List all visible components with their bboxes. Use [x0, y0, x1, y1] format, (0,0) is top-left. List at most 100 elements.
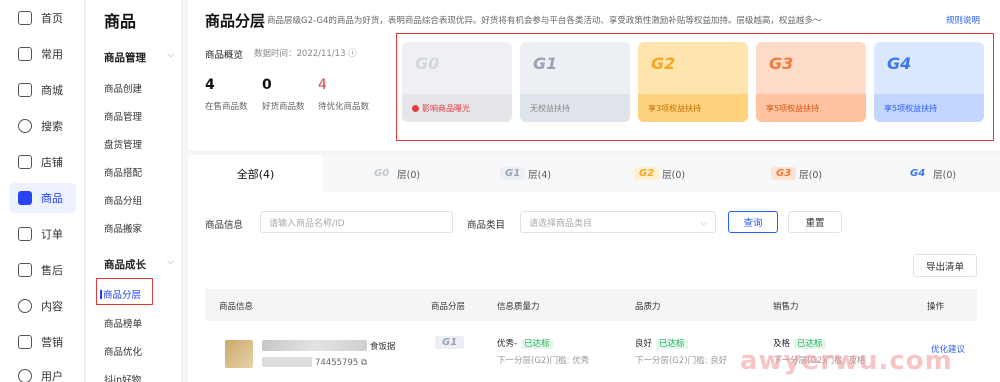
tier-tabs: 全部(4) G0 层(0) G1 层(4) G2 层(0) G3 层(0) G4 层(0): [188, 155, 1000, 192]
stat-on-sale-count: 4: [205, 77, 215, 93]
home-icon: [18, 11, 32, 25]
product-id-text: 74455795: [315, 358, 359, 368]
stat-to-optimize-label: 待优化商品数: [318, 102, 370, 112]
tab-tier-badge: G1: [500, 167, 526, 180]
sub-group-label: 商品成长: [104, 259, 146, 271]
tab-g2[interactable]: G2 层(0): [634, 155, 685, 192]
product-search-input[interactable]: 请输入商品名称/ID: [260, 211, 453, 233]
sub-item-match[interactable]: 商品搭配: [104, 165, 142, 179]
nav-label: 首页: [41, 12, 63, 25]
reset-button[interactable]: 重置: [788, 211, 842, 233]
tab-tier-badge: G3: [771, 167, 797, 180]
nav-label: 常用: [41, 48, 63, 61]
nav-item-home[interactable]: 首页: [10, 3, 76, 33]
info-quality-next: 下一分层(G2)门槛: 优秀: [497, 356, 590, 366]
tab-label: 层(0): [662, 169, 686, 181]
nav-label: 订单: [41, 228, 63, 241]
tab-label: 层(4): [528, 169, 552, 181]
nav-label: 商城: [41, 84, 63, 97]
after-sales-icon: [18, 263, 32, 277]
nav-item-search[interactable]: 搜索: [10, 111, 76, 141]
nav-item-content[interactable]: 内容: [10, 291, 76, 321]
quality-badge: 已达标: [656, 339, 688, 349]
tab-label: 层(0): [799, 169, 823, 181]
export-list-button[interactable]: 导出清单: [913, 254, 977, 277]
th-action: 操作: [927, 302, 945, 312]
tab-label: 层(0): [397, 169, 421, 181]
overview-title: 商品概览: [205, 50, 244, 61]
th-info-quality: 信息质量力: [497, 302, 540, 312]
page-title: 商品分层: [205, 12, 266, 30]
watermark: awyerwu.com: [740, 346, 953, 376]
nav-item-after-sales[interactable]: 售后: [10, 255, 76, 285]
tier-badge: G1: [435, 336, 465, 349]
page-description: 商品层级G2-G4的商品为好货，表明商品综合表现优异。好货将有机会参与平台各类活…: [267, 16, 822, 26]
nav-item-goods[interactable]: 商品: [10, 183, 76, 213]
th-sales: 销售力: [773, 302, 799, 312]
sub-menu: 商品 商品管理 ⌵ 商品创建 商品管理 盘货管理 商品搭配 商品分组 商品搬家 商…: [86, 0, 182, 382]
nav-label: 营销: [41, 336, 63, 349]
product-title-blurred: [262, 340, 367, 351]
chevron-down-icon: ⌵: [700, 218, 707, 227]
quality-next: 下一分层(G2)门槛: 良好: [635, 356, 728, 366]
quality-value: 良好 已达标: [635, 337, 688, 349]
product-id-blurred: [262, 357, 312, 367]
app-root: 首页 常用 商城 搜索 店铺 商品 订单 售后 内容 营销 用户 商品 商品管理…: [0, 0, 1000, 382]
tab-tier-badge: G4: [910, 168, 926, 179]
nav-item-common[interactable]: 常用: [10, 39, 76, 69]
sub-item-ranking[interactable]: 商品榜单: [104, 316, 142, 330]
sub-item-manage[interactable]: 商品管理: [104, 109, 142, 123]
tab-g1[interactable]: G1 层(4): [500, 155, 551, 192]
folder-icon: [18, 47, 32, 61]
chevron-down-icon: ⌵: [167, 50, 174, 60]
product-thumbnail[interactable]: [225, 340, 253, 368]
nav-item-marketing[interactable]: 营销: [10, 327, 76, 357]
quality-level: 良好: [635, 339, 653, 349]
stat-on-sale-label: 在售商品数: [205, 102, 248, 112]
sub-item-group[interactable]: 商品分组: [104, 193, 142, 207]
rule-link[interactable]: 规则说明: [946, 14, 980, 26]
nav-label: 搜索: [41, 120, 63, 133]
sub-item-move[interactable]: 商品搬家: [104, 221, 142, 235]
sub-item-tiering[interactable]: 商品分层: [100, 287, 141, 301]
category-select[interactable]: 请选择商品类目 ⌵: [520, 211, 716, 233]
highlight-box-tiers: [396, 33, 994, 141]
sub-item-create[interactable]: 商品创建: [104, 81, 142, 95]
sub-group-goods-management[interactable]: 商品管理 ⌵: [104, 50, 174, 65]
data-time: 数据时间：2022/11/13 ⓘ: [254, 49, 357, 59]
nav-label: 用户: [41, 370, 63, 382]
chevron-down-icon: ⌵: [167, 257, 174, 267]
th-quality: 品质力: [635, 302, 661, 312]
tab-g4[interactable]: G4 层(0): [905, 155, 956, 192]
product-id-tail: 74455795 ⧉: [315, 358, 367, 368]
nav-label: 店铺: [41, 156, 63, 169]
sub-group-goods-growth[interactable]: 商品成长 ⌵: [104, 257, 174, 272]
tab-g0[interactable]: G0 层(0): [369, 155, 420, 192]
th-product-info: 商品信息: [219, 302, 254, 312]
sub-item-optimize[interactable]: 商品优化: [104, 344, 142, 358]
shop-house-icon: [18, 83, 32, 97]
tab-all[interactable]: 全部(4): [188, 155, 323, 192]
tab-label: 层(0): [933, 169, 957, 181]
stat-to-optimize-count[interactable]: 4: [318, 77, 327, 93]
nav-item-store[interactable]: 店铺: [10, 147, 76, 177]
info-quality-value: 优秀- 已达标: [497, 337, 553, 349]
nav-label: 商品: [41, 192, 63, 205]
th-tier: 商品分层: [431, 302, 466, 312]
goods-bag-icon: [18, 191, 32, 205]
search-icon: [18, 119, 32, 133]
product-info-label: 商品信息: [205, 220, 244, 231]
nav-label: 售后: [41, 264, 63, 277]
nav-item-mall[interactable]: 商城: [10, 75, 76, 105]
sub-item-haowu[interactable]: 抖in好物: [104, 372, 141, 382]
nav-item-orders[interactable]: 订单: [10, 219, 76, 249]
nav-label: 内容: [41, 300, 63, 313]
sub-item-inventory[interactable]: 盘货管理: [104, 137, 142, 151]
stat-good-count: 0: [262, 77, 272, 93]
tab-tier-badge: G0: [374, 168, 390, 179]
nav-item-users[interactable]: 用户: [10, 361, 76, 382]
tab-g3[interactable]: G3 层(0): [771, 155, 822, 192]
category-placeholder: 请选择商品类目: [529, 218, 593, 229]
copy-icon[interactable]: ⧉: [361, 358, 367, 368]
search-button[interactable]: 查询: [728, 211, 778, 233]
